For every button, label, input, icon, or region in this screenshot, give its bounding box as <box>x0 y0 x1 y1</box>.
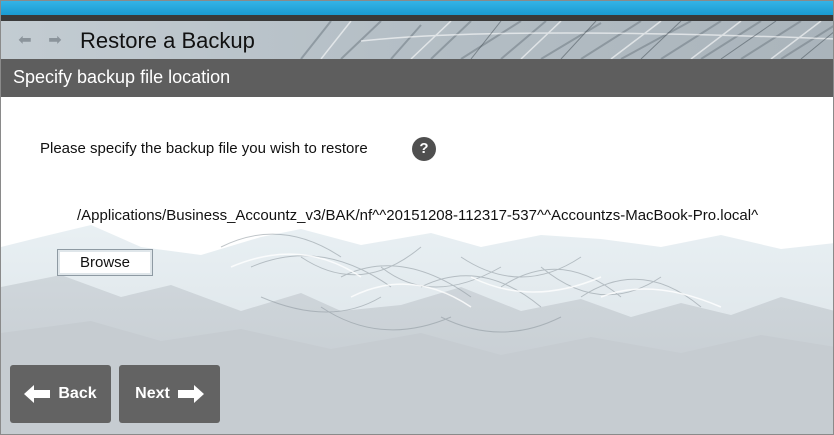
browse-button[interactable]: Browse <box>57 249 153 276</box>
instruction-text: Please specify the backup file you wish … <box>40 140 368 157</box>
section-title: Specify backup file location <box>13 67 231 87</box>
restore-backup-window: ⬅ ➡ Restore a Backup Specify backup file… <box>0 0 834 435</box>
next-button[interactable]: Next <box>119 365 220 423</box>
top-accent-bar <box>1 1 833 15</box>
next-arrow-icon <box>177 385 204 403</box>
back-arrow-icon <box>24 385 51 403</box>
section-header: Specify backup file location <box>1 59 833 97</box>
help-icon[interactable]: ? <box>412 137 436 161</box>
title-bar: ⬅ ➡ Restore a Backup <box>1 21 833 59</box>
left-arrow-icon[interactable]: ⬅ <box>15 29 35 49</box>
next-button-label: Next <box>135 385 170 402</box>
back-button-label: Back <box>58 385 97 402</box>
back-button[interactable]: Back <box>10 365 111 423</box>
right-arrow-icon[interactable]: ➡ <box>45 29 65 49</box>
window-title: Restore a Backup <box>80 28 255 53</box>
content-area: Please specify the backup file you wish … <box>1 97 833 434</box>
backup-file-path: /Applications/Business_Accountz_v3/BAK/n… <box>77 207 759 224</box>
